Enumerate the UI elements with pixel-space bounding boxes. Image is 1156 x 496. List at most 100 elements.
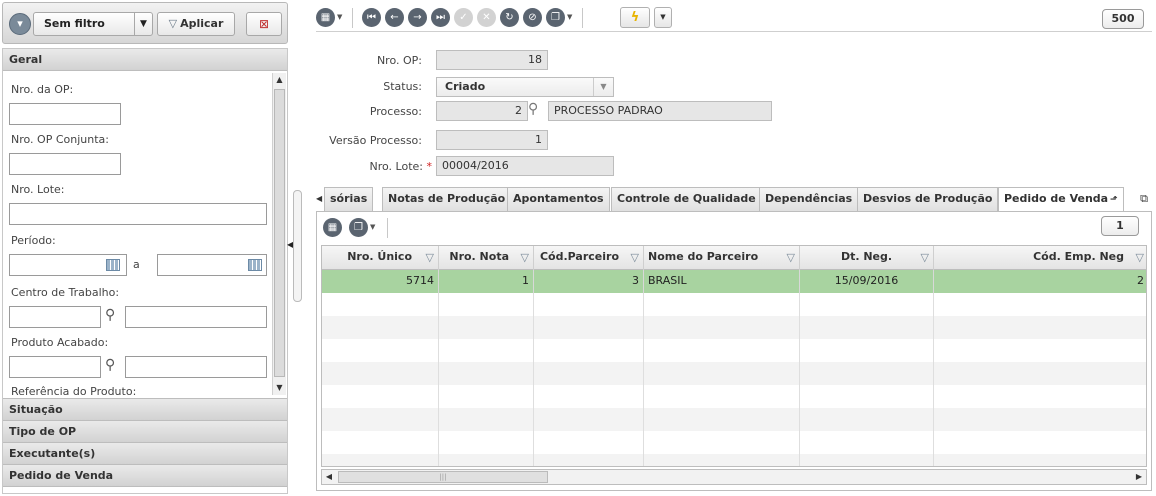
nro-op-field[interactable]: 18 bbox=[436, 50, 548, 70]
first-record-icon[interactable]: ⏮ bbox=[362, 8, 381, 27]
horizontal-scrollbar[interactable]: ◀ ||| ▶ bbox=[321, 469, 1147, 485]
vertical-scrollbar[interactable]: ▲ ▼ bbox=[272, 73, 286, 395]
column-header-nro-unico[interactable]: Nro. Único ▽ bbox=[322, 246, 439, 270]
attach-icon[interactable]: ⊘ bbox=[523, 8, 542, 27]
produto-acabado-code-input[interactable] bbox=[9, 356, 101, 378]
grid-view-icon[interactable]: ▦ bbox=[323, 218, 342, 237]
copy-icon[interactable]: ❐ bbox=[546, 8, 565, 27]
panel-splitter[interactable] bbox=[293, 190, 302, 302]
periodo-label: Período: bbox=[11, 234, 56, 247]
tab-desvios-producao[interactable]: Desvios de Produção bbox=[857, 187, 999, 211]
chevron-down-icon[interactable]: ▼ bbox=[370, 223, 375, 231]
toolbar-divider bbox=[582, 8, 583, 28]
popout-icon[interactable]: ⧉ bbox=[1140, 192, 1148, 206]
required-icon: * bbox=[426, 160, 433, 173]
scroll-right-icon[interactable]: ▶ bbox=[1132, 470, 1146, 484]
refresh-icon[interactable]: ↻ bbox=[500, 8, 519, 27]
cancel-icon[interactable]: ✕ bbox=[477, 8, 496, 27]
versao-processo-field[interactable]: 1 bbox=[436, 130, 548, 150]
scroll-down-icon[interactable]: ▼ bbox=[273, 381, 286, 395]
centro-trabalho-code-input[interactable] bbox=[9, 306, 101, 328]
status-label: Status: bbox=[383, 80, 422, 93]
section-header-executantes[interactable]: Executante(s) bbox=[3, 443, 287, 465]
funnel-icon[interactable]: ▽ bbox=[426, 247, 434, 269]
scroll-thumb[interactable] bbox=[274, 89, 285, 377]
periodo-end-input[interactable] bbox=[157, 254, 267, 276]
funnel-icon[interactable]: ▽ bbox=[921, 247, 929, 269]
centro-trabalho-name-input[interactable] bbox=[125, 306, 267, 328]
section-header-pedido-venda[interactable]: Pedido de Venda bbox=[3, 465, 287, 487]
periodo-separator: a bbox=[133, 258, 140, 271]
copy-icon[interactable]: ❐ bbox=[349, 218, 368, 237]
calendar-icon[interactable] bbox=[106, 259, 120, 271]
grid-page-badge: 1 bbox=[1101, 216, 1139, 236]
empty-row bbox=[322, 339, 1146, 362]
previous-record-icon[interactable]: ← bbox=[385, 8, 404, 27]
column-header-nro-nota[interactable]: Nro. Nota ▽ bbox=[439, 246, 534, 270]
section-header-geral[interactable]: Geral bbox=[3, 49, 287, 71]
search-icon[interactable]: ⚲ bbox=[105, 357, 115, 373]
column-header-nome-parceiro[interactable]: Nome do Parceiro ▽ bbox=[644, 246, 800, 270]
actions-menu-button[interactable]: ▼ bbox=[654, 7, 672, 28]
column-header-dt-neg[interactable]: Dt. Neg. ▽ bbox=[800, 246, 934, 270]
nro-op-conjunta-input[interactable] bbox=[9, 153, 121, 175]
next-record-icon[interactable]: → bbox=[408, 8, 427, 27]
cell-cod-emp-neg: 2 bbox=[1137, 274, 1144, 287]
nro-lote-field[interactable]: 00004/2016 bbox=[436, 156, 614, 176]
funnel-icon[interactable]: ▽ bbox=[787, 247, 795, 269]
actions-lightning-button[interactable]: ϟ bbox=[620, 7, 650, 28]
last-record-icon[interactable]: ⏭ bbox=[431, 8, 450, 27]
tab-pedido-venda[interactable]: Pedido de Venda ⬏ bbox=[998, 187, 1124, 212]
section-header-situacao[interactable]: Situação bbox=[3, 399, 287, 421]
search-icon[interactable]: ⚲ bbox=[528, 101, 538, 117]
empty-row bbox=[322, 316, 1146, 339]
confirm-icon[interactable]: ✓ bbox=[454, 8, 473, 27]
processo-code-field[interactable]: 2 bbox=[436, 101, 528, 121]
grid-view-icon[interactable]: ▦ bbox=[316, 8, 335, 27]
cell-nome-parceiro: BRASIL bbox=[644, 270, 800, 293]
table-row[interactable]: 5714 1 3 BRASIL 15/09/2016 2 bbox=[322, 270, 1146, 293]
tab-acessorias[interactable]: sórias bbox=[324, 187, 374, 211]
column-label: Nro. Nota bbox=[449, 250, 509, 263]
nro-op-label: Nro. OP: bbox=[376, 54, 422, 67]
toolbar-divider bbox=[352, 8, 353, 28]
filter-options-icon[interactable]: ▾ bbox=[9, 13, 31, 35]
scroll-up-icon[interactable]: ▲ bbox=[273, 73, 286, 87]
search-icon[interactable]: ⚲ bbox=[105, 307, 115, 323]
toolbar-divider bbox=[387, 218, 388, 238]
filter-select[interactable]: Sem filtro ▼ bbox=[33, 12, 153, 36]
funnel-icon[interactable]: ▽ bbox=[1136, 247, 1144, 269]
chevron-down-icon[interactable]: ▼ bbox=[134, 13, 152, 35]
column-label: Nome do Parceiro bbox=[648, 250, 759, 263]
clear-filter-button[interactable]: ⊠ bbox=[246, 12, 282, 36]
periodo-start-input[interactable] bbox=[9, 254, 127, 276]
chevron-down-icon[interactable]: ▼ bbox=[593, 78, 613, 96]
section-header-tipo-op[interactable]: Tipo de OP bbox=[3, 421, 287, 443]
funnel-icon[interactable]: ▽ bbox=[521, 247, 529, 269]
calendar-icon[interactable] bbox=[248, 259, 262, 271]
empty-row bbox=[322, 362, 1146, 385]
tab-controle-qualidade[interactable]: Controle de Qualidade bbox=[611, 187, 762, 211]
nro-op-input[interactable] bbox=[9, 103, 121, 125]
filter-sections: Geral Nro. da OP: Nro. OP Conjunta: Nro.… bbox=[2, 48, 288, 494]
empty-row bbox=[322, 385, 1146, 408]
tab-dependencias[interactable]: Dependências bbox=[759, 187, 859, 211]
column-header-cod-emp-neg[interactable]: Cód. Emp. Neg ▽ bbox=[934, 246, 1146, 270]
expand-icon[interactable]: ⬏ bbox=[1110, 195, 1118, 205]
main-toolbar: ▦ ▼ ⏮ ← → ⏭ ✓ ✕ ↻ ⊘ ❐ ▼ ϟ ▼ 500 bbox=[316, 4, 1152, 32]
produto-acabado-name-input[interactable] bbox=[125, 356, 267, 378]
processo-name-field[interactable]: PROCESSO PADRAO bbox=[548, 101, 772, 121]
apply-filter-button[interactable]: ▽ Aplicar bbox=[157, 12, 235, 36]
chevron-down-icon[interactable]: ▼ bbox=[567, 13, 572, 21]
status-select[interactable]: Criado ▼ bbox=[436, 77, 614, 97]
chevron-down-icon[interactable]: ▼ bbox=[337, 13, 342, 21]
tab-apontamentos[interactable]: Apontamentos bbox=[507, 187, 610, 211]
nro-lote-input[interactable] bbox=[9, 203, 267, 225]
empty-row bbox=[322, 293, 1146, 316]
scroll-left-icon[interactable]: ◀ bbox=[322, 470, 336, 484]
scroll-thumb[interactable]: ||| bbox=[338, 471, 548, 483]
cell-nro-unico: 5714 bbox=[322, 270, 439, 293]
funnel-icon[interactable]: ▽ bbox=[631, 247, 639, 269]
tab-notas-producao[interactable]: Notas de Produção bbox=[382, 187, 512, 211]
column-header-cod-parceiro[interactable]: Cód.Parceiro ▽ bbox=[534, 246, 644, 270]
